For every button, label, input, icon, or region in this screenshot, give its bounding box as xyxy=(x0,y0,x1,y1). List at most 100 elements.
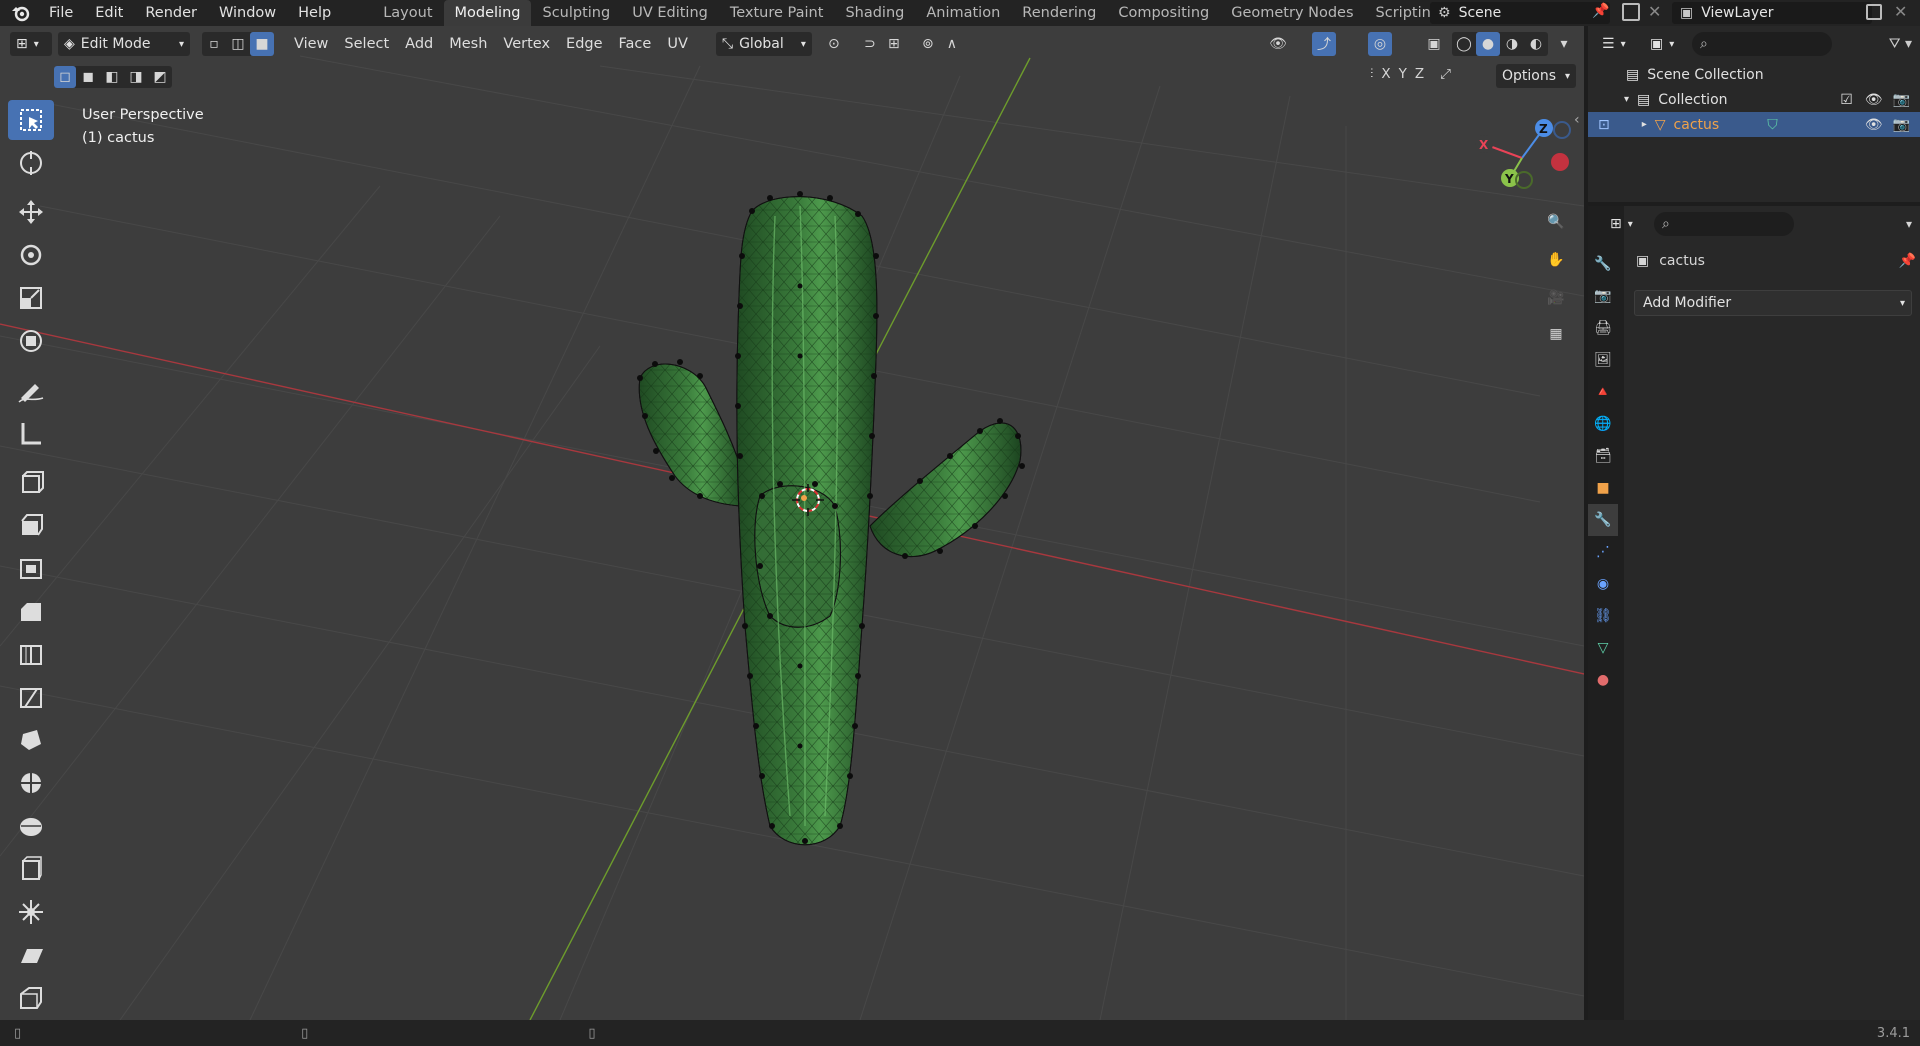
select-new-icon[interactable]: ◻ xyxy=(54,66,76,88)
outliner-scene-collection[interactable]: ▤ Scene Collection xyxy=(1588,62,1920,87)
select-subtract-icon[interactable]: ◧ xyxy=(100,66,124,88)
new-viewlayer-icon[interactable] xyxy=(1866,4,1882,20)
pivot-point-icon[interactable]: ⊙ xyxy=(822,32,846,56)
particles-tab-icon[interactable]: ⋰ xyxy=(1588,536,1618,568)
sidebar-toggle-icon[interactable]: ‹ xyxy=(1574,112,1580,128)
modifier-tab-icon[interactable]: 🔧 xyxy=(1588,504,1618,536)
blender-logo-icon[interactable] xyxy=(10,2,32,24)
object-tab-icon[interactable]: ■ xyxy=(1588,472,1618,504)
menu-uv[interactable]: UV xyxy=(659,32,696,56)
3d-viewport[interactable]: ⊞ ▾ ◈ Edit Mode ▾ ▫ ◫ ■ View Select Add M… xyxy=(0,26,1584,1020)
select-invert-icon[interactable]: ◨ xyxy=(124,66,148,88)
delete-scene-icon[interactable]: ✕ xyxy=(1648,2,1661,21)
camera-icon[interactable]: 📷 xyxy=(1893,92,1910,108)
orientation-dropdown[interactable]: ⤡ Global ▾ xyxy=(715,32,812,56)
tab-texture-paint[interactable]: Texture Paint xyxy=(719,0,835,26)
menu-file[interactable]: File xyxy=(38,0,84,26)
add-modifier-dropdown[interactable]: Add Modifier ▾ xyxy=(1634,290,1912,316)
edit-mode-icon[interactable]: ⊡ xyxy=(1598,117,1610,133)
overlays-toggle-icon[interactable]: ◎ xyxy=(1368,32,1392,56)
menu-face[interactable]: Face xyxy=(611,32,660,56)
shear-tool-icon[interactable] xyxy=(8,935,54,975)
move-tool-icon[interactable] xyxy=(8,192,54,232)
falloff-icon[interactable]: ∧ xyxy=(940,32,964,56)
tool-settings-tab-icon[interactable]: 🔧 xyxy=(1588,248,1618,280)
scale-tool-icon[interactable] xyxy=(8,278,54,318)
menu-edit[interactable]: Edit xyxy=(84,0,134,26)
menu-help[interactable]: Help xyxy=(287,0,342,26)
display-mode-dropdown[interactable]: ▣ ▾ xyxy=(1644,32,1684,56)
inset-tool-icon[interactable] xyxy=(8,548,54,588)
shrink-fatten-tool-icon[interactable] xyxy=(8,892,54,932)
navigation-gizmo[interactable]: Z X Y xyxy=(1468,112,1578,212)
menu-select[interactable]: Select xyxy=(336,32,397,56)
outliner-collection[interactable]: ▾ ▤ Collection ☑ 👁 📷 xyxy=(1588,87,1920,112)
gizmo-toggle-icon[interactable]: ⤴ xyxy=(1312,32,1336,56)
scene-name[interactable]: Scene xyxy=(1459,5,1502,21)
bevel-tool-icon[interactable] xyxy=(8,591,54,631)
filter-icon[interactable]: ⛛ ▾ xyxy=(1889,36,1912,52)
delete-viewlayer-icon[interactable]: ✕ xyxy=(1894,2,1907,21)
scene-tab-icon[interactable]: 🔺 xyxy=(1588,376,1618,408)
proportional-editing-icon[interactable]: ⊚ xyxy=(916,32,940,56)
face-select-icon[interactable]: ■ xyxy=(250,32,274,56)
menu-edge[interactable]: Edge xyxy=(558,32,611,56)
mesh-data-icon[interactable]: ⛉ xyxy=(1767,117,1778,133)
pan-hand-icon[interactable]: ✋ xyxy=(1540,244,1572,276)
pin-icon[interactable]: 📌 xyxy=(1592,3,1609,19)
tab-modeling[interactable]: Modeling xyxy=(443,0,532,26)
tab-layout[interactable]: Layout xyxy=(372,0,443,26)
tab-geometry-nodes[interactable]: Geometry Nodes xyxy=(1220,0,1364,26)
solid-shading-icon[interactable]: ● xyxy=(1476,32,1500,56)
tab-uv-editing[interactable]: UV Editing xyxy=(621,0,719,26)
tab-sculpting[interactable]: Sculpting xyxy=(531,0,621,26)
add-cube-tool-icon[interactable] xyxy=(8,462,54,502)
camera-icon[interactable]: 📷 xyxy=(1893,117,1910,133)
menu-add[interactable]: Add xyxy=(397,32,441,56)
xray-toggle-icon[interactable]: ▣ xyxy=(1422,32,1446,56)
scene-selector[interactable]: ⚙ Scene xyxy=(1430,2,1610,24)
perspective-toggle-icon[interactable]: ▦ xyxy=(1540,318,1572,350)
select-intersect-icon[interactable]: ◩ xyxy=(148,66,172,88)
extrude-tool-icon[interactable] xyxy=(8,505,54,545)
viewport-canvas[interactable] xyxy=(0,26,1584,1020)
pin-icon[interactable]: 📌 xyxy=(1899,253,1916,269)
chevron-down-icon[interactable]: ▾ xyxy=(1552,32,1576,56)
menu-view[interactable]: View xyxy=(286,32,336,56)
viewlayer-selector[interactable]: ▣ ViewLayer xyxy=(1672,2,1872,24)
auto-merge-icon[interactable]: ⤢ xyxy=(1440,66,1451,82)
properties-editor-type-dropdown[interactable]: ⊞ ▾ xyxy=(1604,212,1644,236)
menu-mesh[interactable]: Mesh xyxy=(441,32,495,56)
menu-vertex[interactable]: Vertex xyxy=(495,32,558,56)
physics-tab-icon[interactable]: ◉ xyxy=(1588,568,1618,600)
rendered-shading-icon[interactable]: ◐ xyxy=(1524,32,1548,56)
exclude-checkbox-icon[interactable]: ☑ xyxy=(1840,92,1853,108)
mirror-z-toggle[interactable]: Z xyxy=(1415,66,1424,82)
edge-slide-tool-icon[interactable] xyxy=(8,849,54,889)
new-scene-icon[interactable] xyxy=(1622,3,1640,21)
menu-window[interactable]: Window xyxy=(208,0,287,26)
snap-icon[interactable]: ⊃ xyxy=(858,32,882,56)
view-layer-tab-icon[interactable]: 🖼 xyxy=(1588,344,1618,376)
render-tab-icon[interactable]: 📷 xyxy=(1588,280,1618,312)
select-extend-icon[interactable]: ◼ xyxy=(76,66,100,88)
cursor-tool-icon[interactable] xyxy=(8,143,54,183)
tab-shading[interactable]: Shading xyxy=(834,0,915,26)
outliner-cactus-object[interactable]: ⊡ ▸ ▽ cactus ⛉ 👁 📷 xyxy=(1588,112,1920,137)
collection-tab-icon[interactable]: 🗃 xyxy=(1588,440,1618,472)
tab-rendering[interactable]: Rendering xyxy=(1011,0,1107,26)
viewlayer-name[interactable]: ViewLayer xyxy=(1701,5,1773,21)
output-tab-icon[interactable]: 🖨 xyxy=(1588,312,1618,344)
constraints-tab-icon[interactable]: ⛓ xyxy=(1588,600,1618,632)
tab-animation[interactable]: Animation xyxy=(915,0,1011,26)
poly-build-tool-icon[interactable] xyxy=(8,720,54,760)
data-tab-icon[interactable]: ▽ xyxy=(1588,632,1618,664)
select-box-tool-icon[interactable] xyxy=(8,100,54,140)
rip-region-tool-icon[interactable] xyxy=(8,978,54,1018)
edge-select-icon[interactable]: ◫ xyxy=(226,32,250,56)
material-shading-icon[interactable]: ◑ xyxy=(1500,32,1524,56)
rotate-tool-icon[interactable] xyxy=(8,235,54,275)
editor-type-dropdown[interactable]: ⊞ ▾ xyxy=(10,32,52,56)
mode-dropdown[interactable]: ◈ Edit Mode ▾ xyxy=(58,32,190,56)
transform-tool-icon[interactable] xyxy=(8,321,54,361)
